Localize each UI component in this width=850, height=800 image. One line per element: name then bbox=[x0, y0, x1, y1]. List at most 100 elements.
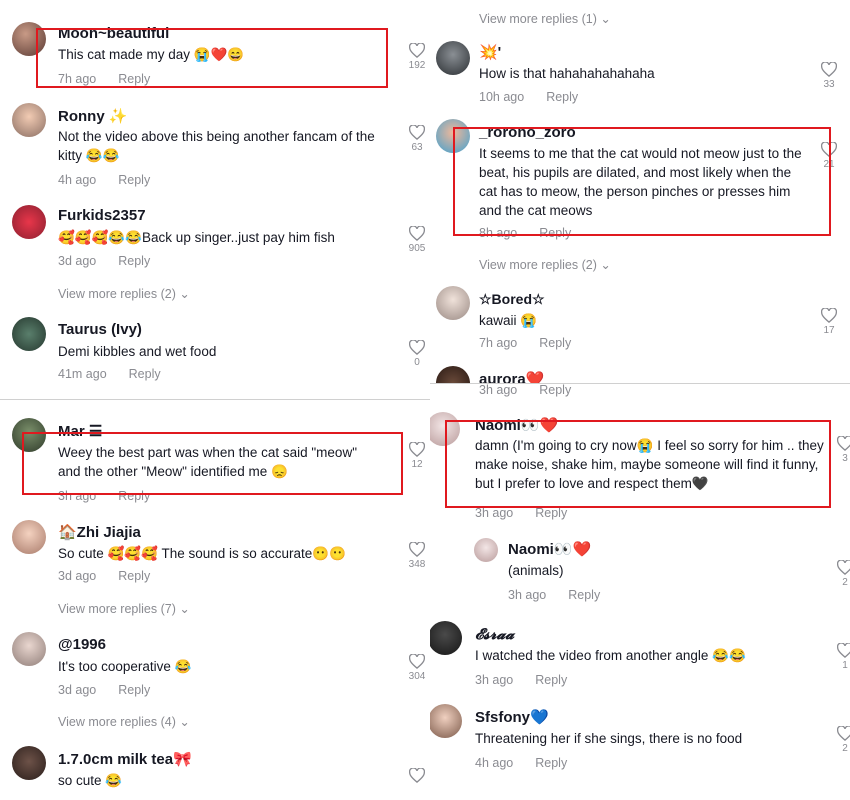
like-count: 3 bbox=[842, 453, 848, 464]
comment: 1.7.0cm milk tea🎀 so cute 😂 bbox=[0, 738, 430, 800]
reply-button[interactable]: Reply bbox=[118, 254, 150, 268]
reply-button[interactable]: Reply bbox=[535, 756, 567, 770]
comment-username[interactable]: 💥' bbox=[479, 43, 501, 61]
comment-username[interactable]: @1996 bbox=[58, 636, 106, 653]
heart-icon bbox=[409, 654, 425, 669]
comment-username[interactable]: 1.7.0cm milk tea🎀 bbox=[58, 750, 192, 768]
comment-reply: Naomi👀❤️ (animals) 3h ago Reply 2 bbox=[430, 534, 850, 609]
view-more-replies[interactable]: View more replies (4) ⌄ bbox=[58, 714, 190, 729]
chevron-down-icon: ⌄ bbox=[600, 12, 611, 26]
comment-meta: 41m ago Reply bbox=[58, 367, 161, 381]
comment: Furkids2357 🥰🥰🥰😂😂Back up singer..just pa… bbox=[0, 195, 430, 305]
comment-username[interactable]: Ronny ✨ bbox=[58, 107, 128, 125]
comment: @1996 It's too cooperative 😂 3d ago Reply… bbox=[0, 626, 430, 738]
avatar[interactable] bbox=[436, 286, 470, 320]
comment: 💥' How is that hahahahahahaha 10h ago Rep… bbox=[430, 35, 850, 115]
comment-time: 3d ago bbox=[58, 254, 97, 268]
like-button[interactable]: 63 bbox=[404, 125, 430, 153]
reply-button[interactable]: Reply bbox=[539, 384, 571, 397]
avatar[interactable] bbox=[12, 632, 46, 666]
avatar[interactable] bbox=[12, 205, 46, 239]
comment-username[interactable]: 𝓔𝓼𝓻𝓪𝓪 bbox=[475, 625, 514, 643]
like-count: 17 bbox=[823, 325, 835, 336]
comment-username[interactable]: 🏠Zhi Jiajia bbox=[58, 523, 141, 541]
chevron-down-icon: ⌄ bbox=[179, 715, 190, 729]
comment-meta: 3d ago Reply bbox=[58, 569, 150, 583]
like-button[interactable] bbox=[404, 768, 430, 783]
avatar[interactable] bbox=[430, 621, 462, 655]
reply-button[interactable]: Reply bbox=[118, 173, 150, 187]
view-more-label: View more replies (1) bbox=[479, 12, 597, 26]
avatar[interactable] bbox=[12, 746, 46, 780]
like-button[interactable]: 17 bbox=[816, 308, 842, 336]
comment-meta: 3h ago Reply bbox=[479, 384, 571, 397]
like-button[interactable]: 33 bbox=[816, 62, 842, 90]
view-more-replies[interactable]: View more replies (2) ⌄ bbox=[479, 257, 611, 272]
reply-button[interactable]: Reply bbox=[118, 683, 150, 697]
avatar[interactable] bbox=[430, 704, 462, 738]
comment-meta: 10h ago Reply bbox=[479, 90, 578, 104]
comment-text: Threatening her if she sings, there is n… bbox=[475, 731, 743, 746]
view-more-label: View more replies (2) bbox=[479, 258, 597, 272]
like-button[interactable]: 3 bbox=[832, 436, 850, 464]
comment-time: 10h ago bbox=[479, 90, 525, 104]
avatar[interactable] bbox=[12, 520, 46, 554]
comment-username[interactable]: Furkids2357 bbox=[58, 207, 146, 224]
reply-button[interactable]: Reply bbox=[568, 588, 600, 602]
avatar[interactable] bbox=[12, 103, 46, 137]
like-button[interactable]: 905 bbox=[404, 226, 430, 254]
view-more-label: View more replies (2) bbox=[58, 287, 176, 301]
comment-time: 3h ago bbox=[479, 384, 518, 397]
like-button[interactable]: 348 bbox=[404, 542, 430, 570]
avatar[interactable] bbox=[474, 538, 498, 562]
comment-meta: 3d ago Reply bbox=[58, 254, 150, 268]
like-button[interactable]: 1 bbox=[832, 643, 850, 671]
like-count: 348 bbox=[408, 559, 426, 570]
reply-button[interactable]: Reply bbox=[535, 673, 567, 687]
reply-button[interactable]: Reply bbox=[535, 506, 567, 520]
reply-button[interactable]: Reply bbox=[539, 336, 571, 350]
like-count: 63 bbox=[411, 142, 423, 153]
comment-time: 3h ago bbox=[475, 673, 514, 687]
like-button[interactable]: 12 bbox=[404, 442, 430, 470]
comment: Taurus (Ivy) Demi kibbles and wet food 4… bbox=[0, 305, 430, 398]
heart-icon bbox=[409, 768, 425, 783]
view-more-replies[interactable]: View more replies (7) ⌄ bbox=[58, 601, 190, 616]
heart-icon bbox=[837, 726, 850, 741]
comment-text: so cute 😂 bbox=[58, 773, 123, 788]
comment: aurora❤️ bbox=[430, 366, 850, 383]
avatar[interactable] bbox=[12, 317, 46, 351]
highlight-box bbox=[445, 420, 831, 508]
view-more-replies[interactable]: View more replies (2) ⌄ bbox=[58, 286, 190, 301]
comment-username[interactable]: Sfsfony💙 bbox=[475, 708, 549, 726]
comment-text: I watched the video from another angle 😂… bbox=[475, 648, 746, 663]
chevron-down-icon: ⌄ bbox=[179, 287, 190, 301]
heart-icon bbox=[409, 442, 425, 457]
like-count: 1 bbox=[842, 660, 848, 671]
view-more-replies[interactable]: View more replies (1) ⌄ bbox=[479, 11, 611, 26]
comment-meta: 3d ago Reply bbox=[58, 683, 150, 697]
avatar[interactable] bbox=[436, 41, 470, 75]
heart-icon bbox=[837, 643, 850, 658]
like-count: 33 bbox=[823, 79, 835, 90]
avatar[interactable] bbox=[436, 366, 470, 383]
like-button[interactable]: 0 bbox=[404, 340, 430, 368]
comment-username[interactable]: ☆Bored☆ bbox=[479, 291, 545, 308]
comment-username[interactable]: Naomi👀❤️ bbox=[508, 540, 591, 558]
comment-text: Not the video above this being another f… bbox=[58, 129, 375, 163]
highlight-box bbox=[22, 432, 403, 495]
reply-button[interactable]: Reply bbox=[546, 90, 578, 104]
like-button[interactable]: 2 bbox=[832, 560, 850, 588]
heart-icon bbox=[409, 43, 425, 58]
like-count: 192 bbox=[408, 60, 426, 71]
comment-time: 3h ago bbox=[475, 506, 514, 520]
like-button[interactable]: 304 bbox=[404, 654, 430, 682]
comment-time: 3h ago bbox=[508, 588, 547, 602]
highlight-box bbox=[36, 28, 388, 88]
reply-button[interactable]: Reply bbox=[118, 569, 150, 583]
comment-username[interactable]: Taurus (Ivy) bbox=[58, 321, 142, 338]
like-button[interactable]: 2 bbox=[832, 726, 850, 754]
reply-button[interactable]: Reply bbox=[129, 367, 161, 381]
comment-username[interactable]: aurora❤️ bbox=[479, 370, 544, 383]
like-button[interactable]: 192 bbox=[404, 43, 430, 71]
